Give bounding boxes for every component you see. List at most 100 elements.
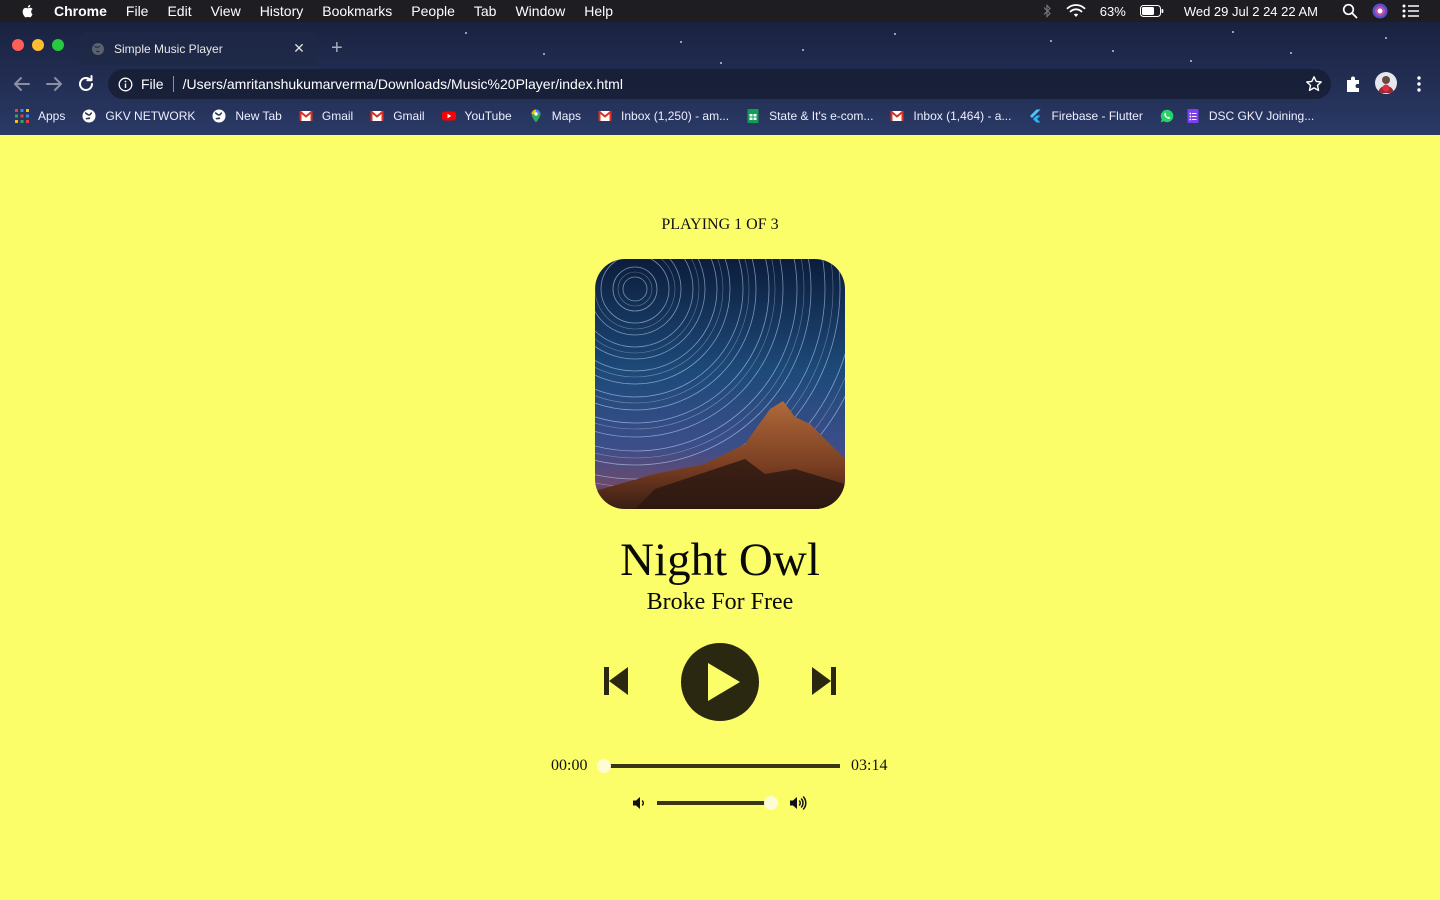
menu-chrome[interactable]: Chrome: [54, 3, 107, 19]
bookmark-state-ecommerce[interactable]: State & It's e-com...: [746, 109, 873, 123]
bookmark-new-tab[interactable]: New Tab: [212, 109, 282, 123]
tab-favicon-globe-icon: [92, 42, 104, 55]
bookmark-label: Firebase - Flutter: [1051, 109, 1143, 123]
sheets-icon: [747, 109, 759, 123]
previous-track-icon[interactable]: [603, 666, 629, 696]
flutter-icon: [1030, 109, 1041, 123]
total-duration: 03:14: [851, 757, 888, 774]
gmail-icon: [370, 110, 384, 121]
star-trail-mountain-image: [595, 259, 845, 509]
menu-help[interactable]: Help: [584, 3, 613, 19]
bookmark-label: YouTube: [464, 109, 512, 123]
bookmark-gkv-network[interactable]: GKV NETWORK: [82, 109, 195, 123]
address-separator: [172, 76, 174, 92]
close-window-button[interactable]: [12, 39, 24, 51]
now-playing-label: PLAYING 1 OF 3: [661, 216, 779, 233]
gmail-icon: [299, 110, 313, 121]
menu-tab[interactable]: Tab: [474, 3, 497, 19]
current-time: 00:00: [551, 757, 588, 774]
volume-down-icon[interactable]: [631, 794, 649, 812]
play-button[interactable]: [681, 643, 759, 721]
chrome-menu-icon[interactable]: [1408, 73, 1430, 95]
bookmark-label: Gmail: [321, 109, 354, 123]
bookmark-inbox-1250[interactable]: Inbox (1,250) - am...: [598, 109, 729, 123]
bookmark-label: State & It's e-com...: [769, 109, 874, 123]
bookmark-gmail-1[interactable]: Gmail: [299, 109, 353, 123]
menu-history[interactable]: History: [260, 3, 304, 19]
menu-bookmarks[interactable]: Bookmarks: [322, 3, 392, 19]
clock[interactable]: Wed 29 Jul 2 24 22 AM: [1184, 4, 1318, 19]
tab-title: Simple Music Player: [114, 41, 223, 56]
bookmark-label: New Tab: [235, 109, 282, 123]
bluetooth-icon[interactable]: [1042, 4, 1052, 18]
bookmark-maps[interactable]: Maps: [529, 109, 581, 123]
browser-toolbar: File /Users/amritanshukumarverma/Downloa…: [0, 66, 1440, 102]
address-scheme-label: File: [141, 76, 164, 92]
bookmark-dsc-gkv-joining[interactable]: DSC GKV Joining...: [1186, 109, 1314, 123]
bookmark-whatsapp[interactable]: [1160, 109, 1176, 123]
maps-pin-icon: [531, 109, 541, 123]
bookmark-star-icon[interactable]: [1305, 75, 1323, 93]
bookmark-label: Inbox (1,464) - a...: [913, 109, 1012, 123]
spotlight-search-icon[interactable]: [1342, 3, 1358, 19]
maximize-window-button[interactable]: [52, 39, 64, 51]
siri-icon[interactable]: [1372, 3, 1388, 19]
gmail-icon: [598, 110, 612, 121]
seek-slider-thumb[interactable]: [597, 759, 611, 773]
profile-avatar[interactable]: [1375, 72, 1397, 94]
reload-icon[interactable]: [74, 72, 98, 96]
bookmark-firebase-flutter[interactable]: Firebase - Flutter: [1028, 109, 1143, 123]
new-tab-button[interactable]: +: [331, 38, 343, 58]
volume-up-icon[interactable]: [789, 794, 807, 812]
site-info-icon[interactable]: [118, 77, 133, 92]
gmail-icon: [890, 110, 905, 121]
menu-bar-status-area: 63% Wed 29 Jul 2 24 22 AM: [1042, 0, 1420, 22]
globe-icon: [82, 109, 96, 123]
battery-percent: 63%: [1099, 3, 1126, 19]
bookmark-youtube[interactable]: YouTube: [441, 109, 512, 123]
bookmark-label: Maps: [551, 109, 582, 123]
bookmark-label: Apps: [38, 109, 66, 123]
menu-file[interactable]: File: [126, 3, 149, 19]
menu-edit[interactable]: Edit: [167, 3, 191, 19]
seek-slider[interactable]: [597, 759, 840, 773]
apps-grid-icon: [15, 109, 29, 123]
music-player-page: PLAYING 1 OF 3 Night Owl Broke For Free …: [0, 135, 1440, 900]
back-arrow-icon[interactable]: [10, 72, 34, 96]
address-url[interactable]: /Users/amritanshukumarverma/Downloads/Mu…: [183, 76, 623, 92]
forms-icon: [1187, 109, 1199, 123]
bookmark-apps[interactable]: Apps: [15, 109, 65, 123]
menu-people[interactable]: People: [411, 3, 455, 19]
extensions-puzzle-icon[interactable]: [1343, 73, 1365, 95]
bookmarks-bar: Apps GKV NETWORK New Tab Gmail Gmail You…: [0, 104, 1440, 128]
menu-view[interactable]: View: [211, 3, 241, 19]
next-track-icon[interactable]: [811, 666, 837, 696]
tab-simple-music-player[interactable]: Simple Music Player ✕: [79, 32, 317, 65]
bookmark-gmail-2[interactable]: Gmail: [370, 109, 425, 123]
track-artist: Broke For Free: [646, 589, 794, 615]
macos-menu-bar: Chrome File Edit View History Bookmarks …: [0, 0, 1440, 22]
play-icon: [708, 663, 740, 701]
globe-icon: [212, 109, 226, 123]
bookmark-label: DSC GKV Joining...: [1208, 109, 1315, 123]
bookmark-label: Inbox (1,250) - am...: [621, 109, 730, 123]
whatsapp-icon: [1160, 109, 1174, 123]
album-art-image: [595, 259, 845, 509]
battery-icon[interactable]: [1139, 5, 1164, 17]
close-tab-icon[interactable]: ✕: [291, 40, 307, 56]
youtube-icon: [441, 111, 456, 121]
apple-logo-icon[interactable]: [20, 3, 36, 19]
wifi-icon[interactable]: [1066, 4, 1086, 18]
notification-center-icon[interactable]: [1402, 4, 1420, 18]
menu-window[interactable]: Window: [515, 3, 565, 19]
address-bar[interactable]: File /Users/amritanshukumarverma/Downloa…: [108, 69, 1331, 99]
volume-slider[interactable]: [657, 796, 778, 810]
forward-arrow-icon[interactable]: [42, 72, 66, 96]
bookmark-label: Gmail: [393, 109, 425, 123]
bookmark-label: GKV NETWORK: [105, 109, 196, 123]
bookmark-inbox-1464[interactable]: Inbox (1,464) - a...: [890, 109, 1011, 123]
browser-window-chrome: Simple Music Player ✕ + File /Users/amri…: [0, 22, 1440, 135]
minimize-window-button[interactable]: [32, 39, 44, 51]
track-title: Night Owl: [620, 534, 820, 586]
volume-slider-thumb[interactable]: [764, 796, 778, 810]
